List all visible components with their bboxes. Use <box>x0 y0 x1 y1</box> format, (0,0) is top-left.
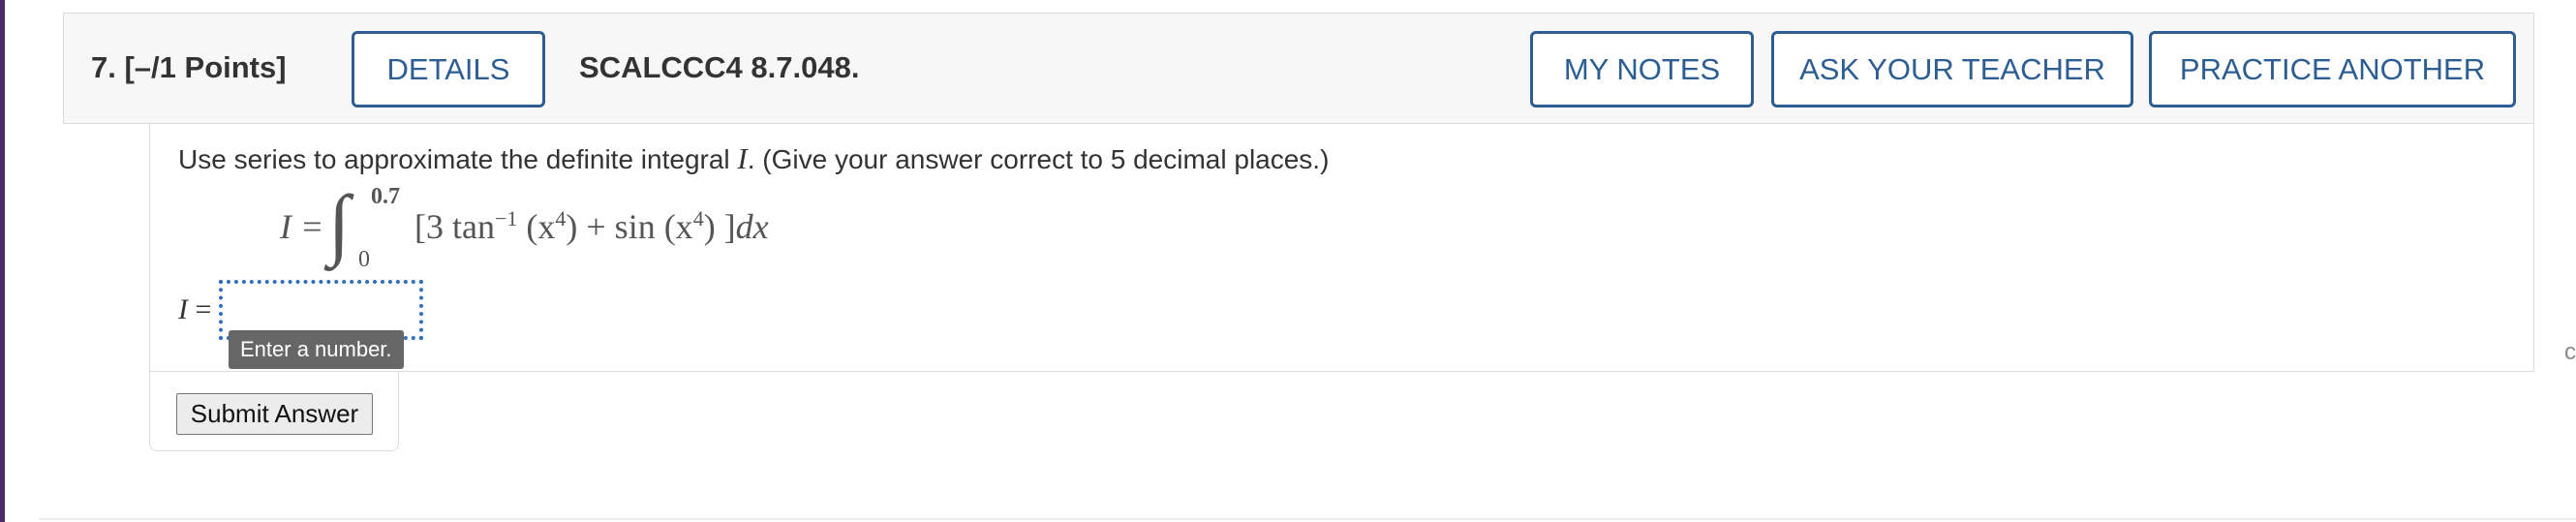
integral-formula: I = ∫ 0.7 0 [3 tan−1 (x4) + sin (x4) ]dx <box>150 124 1022 289</box>
differential: dx <box>735 207 769 246</box>
question-header: 7. [–/1 Points] DETAILS SCALCCC4 8.7.048… <box>63 13 2534 124</box>
integrand: [3 tan−1 (x4) + sin (x4) ]dx <box>414 206 769 246</box>
question-body: Use series to approximate the definite i… <box>149 124 2534 372</box>
integral-sign: ∫ <box>328 179 351 267</box>
points-label: [–/1 Points] <box>124 50 287 84</box>
details-button[interactable]: DETAILS <box>352 31 545 107</box>
window-left-edge <box>0 0 5 522</box>
input-hint-tooltip: Enter a number. <box>229 330 404 369</box>
question-number: 7. [–/1 Points] <box>91 50 287 84</box>
upper-limit: 0.7 <box>371 184 400 209</box>
formula-lhs: I = <box>280 207 324 246</box>
submit-area: Submit Answer <box>149 372 399 451</box>
lower-limit: 0 <box>358 247 370 272</box>
submit-answer-button[interactable]: Submit Answer <box>176 393 373 435</box>
my-notes-button[interactable]: MY NOTES <box>1530 31 1754 107</box>
ask-teacher-button[interactable]: ASK YOUR TEACHER <box>1771 31 2133 107</box>
divider <box>39 518 2576 520</box>
practice-another-button[interactable]: PRACTICE ANOTHER <box>2149 31 2516 107</box>
question-reference: SCALCCC4 8.7.048. <box>579 50 860 84</box>
scroll-edge-icon: c <box>2564 339 2576 365</box>
answer-label: I = <box>178 293 212 325</box>
